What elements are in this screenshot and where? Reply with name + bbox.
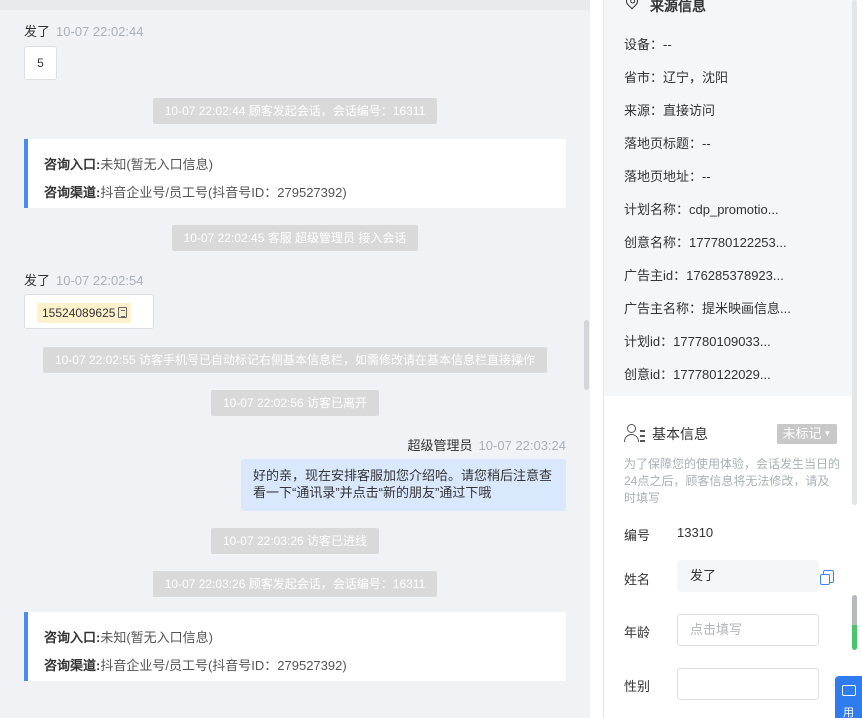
system-message: 10-07 22:02:55 访客手机号已自动标记右侧基本信息栏，如需修改请在基… bbox=[0, 347, 590, 373]
basic-info-title: 基本信息 bbox=[652, 426, 708, 442]
sender-name: 发了 bbox=[24, 273, 51, 288]
location-pin-icon bbox=[623, 0, 641, 10]
age-field[interactable]: 点击填写 bbox=[677, 614, 819, 646]
info-panel-scrollbar[interactable] bbox=[852, 0, 862, 718]
source-row-device: 设备：-- bbox=[624, 37, 672, 52]
name-field[interactable]: 发了 bbox=[677, 560, 819, 592]
source-row-plan-name: 计划名称：cdp_promotio... bbox=[624, 202, 779, 217]
source-row-advertiser-id: 广告主id：176285378923... bbox=[624, 268, 784, 283]
source-row-advertiser-name: 广告主名称：提米映画信息... bbox=[624, 301, 791, 316]
source-row-plan-id: 计划id：177780109033... bbox=[624, 334, 771, 349]
consult-channel-row: 咨询渠道:抖音企业号/员工号(抖音号ID：279527392) bbox=[44, 658, 347, 673]
system-message: 10-07 22:02:45 客服 超级管理员 接入会话 bbox=[0, 225, 590, 251]
field-label-gender: 性别 bbox=[624, 679, 651, 694]
chat-scrollbar[interactable] bbox=[582, 10, 590, 718]
agent-message-bubble: 好的亲，现在安排客服加您介绍哈。请您稍后注意查看一下“通讯录”并点击“新的朋友”… bbox=[241, 459, 566, 511]
consult-channel-row: 咨询渠道:抖音企业号/员工号(抖音号ID：279527392) bbox=[44, 185, 347, 200]
chat-bubble-icon bbox=[842, 685, 856, 696]
message-header: 超级管理员 10-07 22:03:24 bbox=[408, 435, 566, 454]
message-time: 10-07 22:02:44 bbox=[56, 24, 144, 39]
message-header: 发了 10-07 22:02:44 bbox=[24, 21, 143, 40]
scroll-thumb[interactable] bbox=[852, 595, 857, 650]
system-message: 10-07 22:02:44 顾客发起会话，会话编号：16311 bbox=[0, 98, 590, 124]
phone-message-bubble: 15524089625 bbox=[24, 294, 154, 329]
system-message: 10-07 22:03:26 访客已进线 bbox=[0, 528, 590, 554]
user-info-icon bbox=[624, 424, 645, 442]
chat-scroll-thumb[interactable] bbox=[584, 320, 589, 390]
system-message: 10-07 22:02:56 访客已离开 bbox=[0, 390, 590, 416]
source-info-title: 来源信息 bbox=[650, 0, 706, 14]
mark-status-dropdown[interactable]: 未标记 ▼ bbox=[777, 424, 837, 444]
message-header: 发了 10-07 22:02:54 bbox=[24, 270, 143, 289]
chat-top-bar bbox=[0, 0, 590, 10]
copy-icon[interactable] bbox=[118, 307, 128, 318]
source-row-creative-id: 创意id：177780122029... bbox=[624, 367, 771, 382]
sender-name: 超级管理员 bbox=[407, 438, 473, 453]
consult-entry-row: 咨询入口:未知(暂无入口信息) bbox=[44, 630, 214, 645]
caret-down-icon: ▼ bbox=[823, 429, 832, 438]
chat-panel: 发了 10-07 22:02:44 5 10-07 22:02:44 顾客发起会话… bbox=[0, 0, 590, 718]
copy-icon[interactable] bbox=[820, 570, 834, 585]
message-time: 10-07 22:02:54 bbox=[56, 273, 144, 288]
consult-entry-row: 咨询入口:未知(暂无入口信息) bbox=[44, 157, 214, 172]
customer-id-value: 13310 bbox=[677, 525, 714, 540]
edit-notice: 为了保障您的使用体验，会话发生当日的24点之后，顾客信息将无法修改，请及时填写 bbox=[624, 457, 841, 505]
phone-number-tag[interactable]: 15524089625 bbox=[37, 303, 132, 323]
source-info-section: 来源信息 设备：-- 省市：辽宁，沈阳 来源：直接访问 落地页标题：-- 落地页… bbox=[604, 0, 856, 396]
source-row-region: 省市：辽宁，沈阳 bbox=[624, 70, 729, 85]
consult-info-card: 咨询入口:未知(暂无入口信息) 咨询渠道:抖音企业号/员工号(抖音号ID：279… bbox=[24, 139, 566, 208]
scroll-track bbox=[852, 0, 857, 505]
message-bubble: 5 bbox=[24, 46, 57, 80]
system-message: 10-07 22:03:26 顾客发起会话，会话编号：16311 bbox=[0, 571, 590, 597]
gender-field[interactable] bbox=[677, 668, 819, 700]
sender-name: 发了 bbox=[24, 24, 51, 39]
source-row-creative-name: 创意名称：177780122253... bbox=[624, 235, 787, 250]
floating-chat-button[interactable]: 用 bbox=[835, 676, 862, 718]
message-time: 10-07 22:03:24 bbox=[478, 438, 566, 453]
customer-info-panel: 来源信息 设备：-- 省市：辽宁，沈阳 来源：直接访问 落地页标题：-- 落地页… bbox=[604, 0, 862, 718]
field-label-id: 编号 bbox=[624, 528, 651, 543]
consult-info-card: 咨询入口:未知(暂无入口信息) 咨询渠道:抖音企业号/员工号(抖音号ID：279… bbox=[24, 612, 566, 681]
source-row-source: 来源：直接访问 bbox=[624, 103, 716, 118]
source-row-landing-title: 落地页标题：-- bbox=[624, 136, 711, 151]
source-row-landing-url: 落地页地址：-- bbox=[624, 169, 711, 184]
field-label-name: 姓名 bbox=[624, 572, 651, 587]
field-label-age: 年龄 bbox=[624, 625, 651, 640]
